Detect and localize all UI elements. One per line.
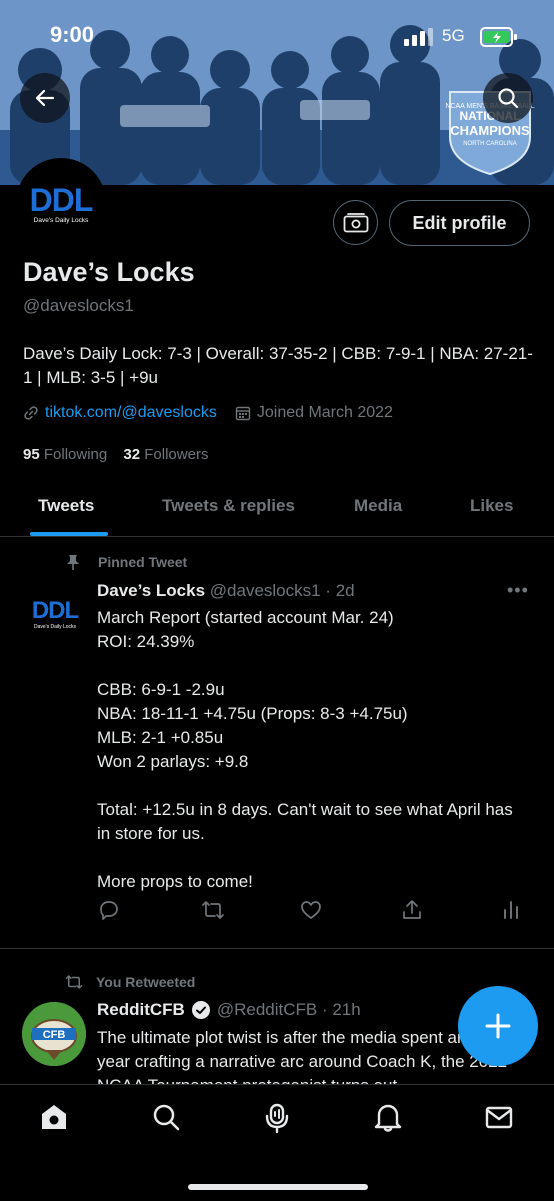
search-icon[interactable] [151,1102,181,1132]
home-icon[interactable] [39,1102,69,1132]
tab-likes[interactable]: Likes [470,478,513,536]
profile-handle: @daveslocks1 [23,296,134,315]
battery-charging-icon [480,27,517,47]
tweet-actions [97,898,527,928]
tab-tweets[interactable]: Tweets [38,478,94,536]
pinned-label: Pinned Tweet [64,553,187,571]
retweet-context: You Retweeted [64,973,195,991]
back-button[interactable] [20,73,70,123]
retweet-icon [65,975,83,989]
pin-icon [67,555,79,570]
profile-bio: Dave’s Daily Lock: 7-3 | Overall: 37-35-… [23,344,533,387]
joined-date: Joined March 2022 [256,404,393,421]
tweet-author[interactable]: Dave’s Locks [97,581,205,600]
active-tab-indicator [30,532,108,536]
avatar-logo-text: DDL [29,182,94,218]
followers-link[interactable]: 32 Followers [123,446,208,463]
tab-media[interactable]: Media [354,478,402,536]
profile-meta: tiktok.com/@daveslocks Joined March 2022 [23,404,393,422]
tweet-text: March Report (started account Mar. 24) R… [97,608,513,891]
tweet-avatar[interactable]: DDL Dave's Daily Locks [24,587,86,649]
messages-envelope-icon[interactable] [484,1102,514,1132]
status-time: 9:00 [50,22,95,47]
svg-text:CFB: CFB [43,1029,66,1041]
retweet-author[interactable]: RedditCFB [97,1000,185,1020]
cfb-logo: CFB [22,1002,86,1066]
retweet-meta: @RedditCFB · 21h [216,1000,361,1019]
calendar-icon [235,406,251,421]
like-icon[interactable] [299,898,323,922]
signal-icon [404,28,433,46]
tab-tweets-replies[interactable]: Tweets & replies [162,478,295,536]
tweet-header: Dave’s Locks @daveslocks1 · 2d [97,581,355,601]
home-indicator [188,1184,368,1190]
share-icon[interactable] [400,898,424,922]
analytics-icon[interactable] [499,898,523,922]
more-options-icon[interactable]: ••• [507,580,529,601]
status-bar: 9:00 5G [0,0,554,72]
search-button[interactable] [483,73,533,123]
plus-icon [485,1013,511,1039]
retweet-icon[interactable] [200,898,226,922]
tweet-divider [0,948,554,949]
retweet-header: RedditCFB @RedditCFB · 21h [97,1000,361,1020]
follow-stats: 95 Following 32 Followers [23,446,208,463]
link-icon [24,406,38,420]
redditcfb-avatar[interactable]: CFB [22,1002,86,1066]
tweet-meta: @daveslocks1 · 2d [209,581,355,600]
verified-badge-icon [191,1001,210,1019]
profile-link[interactable]: tiktok.com/@daveslocks [45,404,217,422]
arrow-left-icon [35,89,55,107]
profile-banner[interactable]: NCAA MEN'S BASKETBALL NATIONAL CHAMPIONS… [0,0,554,185]
avatar-logo-subtext: Dave's Daily Locks [33,217,89,224]
search-icon [498,88,519,109]
network-type: 5G [442,26,465,45]
reply-icon[interactable] [97,898,121,922]
profile-tabs: Tweets Tweets & replies Media Likes [0,478,554,537]
edit-profile-button[interactable]: Edit profile [389,200,530,246]
svg-text:NORTH CAROLINA: NORTH CAROLINA [463,141,517,147]
tip-jar-button[interactable] [333,200,378,245]
compose-tweet-button[interactable] [458,986,538,1066]
svg-text:CHAMPIONS: CHAMPIONS [450,123,530,138]
following-link[interactable]: 95 Following [23,446,107,463]
notifications-bell-icon[interactable] [373,1102,403,1132]
spaces-icon[interactable] [262,1102,292,1134]
profile-avatar[interactable]: DDL Dave's Daily Locks [16,158,106,248]
money-icon [343,212,368,232]
profile-name: Dave’s Locks [23,257,195,287]
